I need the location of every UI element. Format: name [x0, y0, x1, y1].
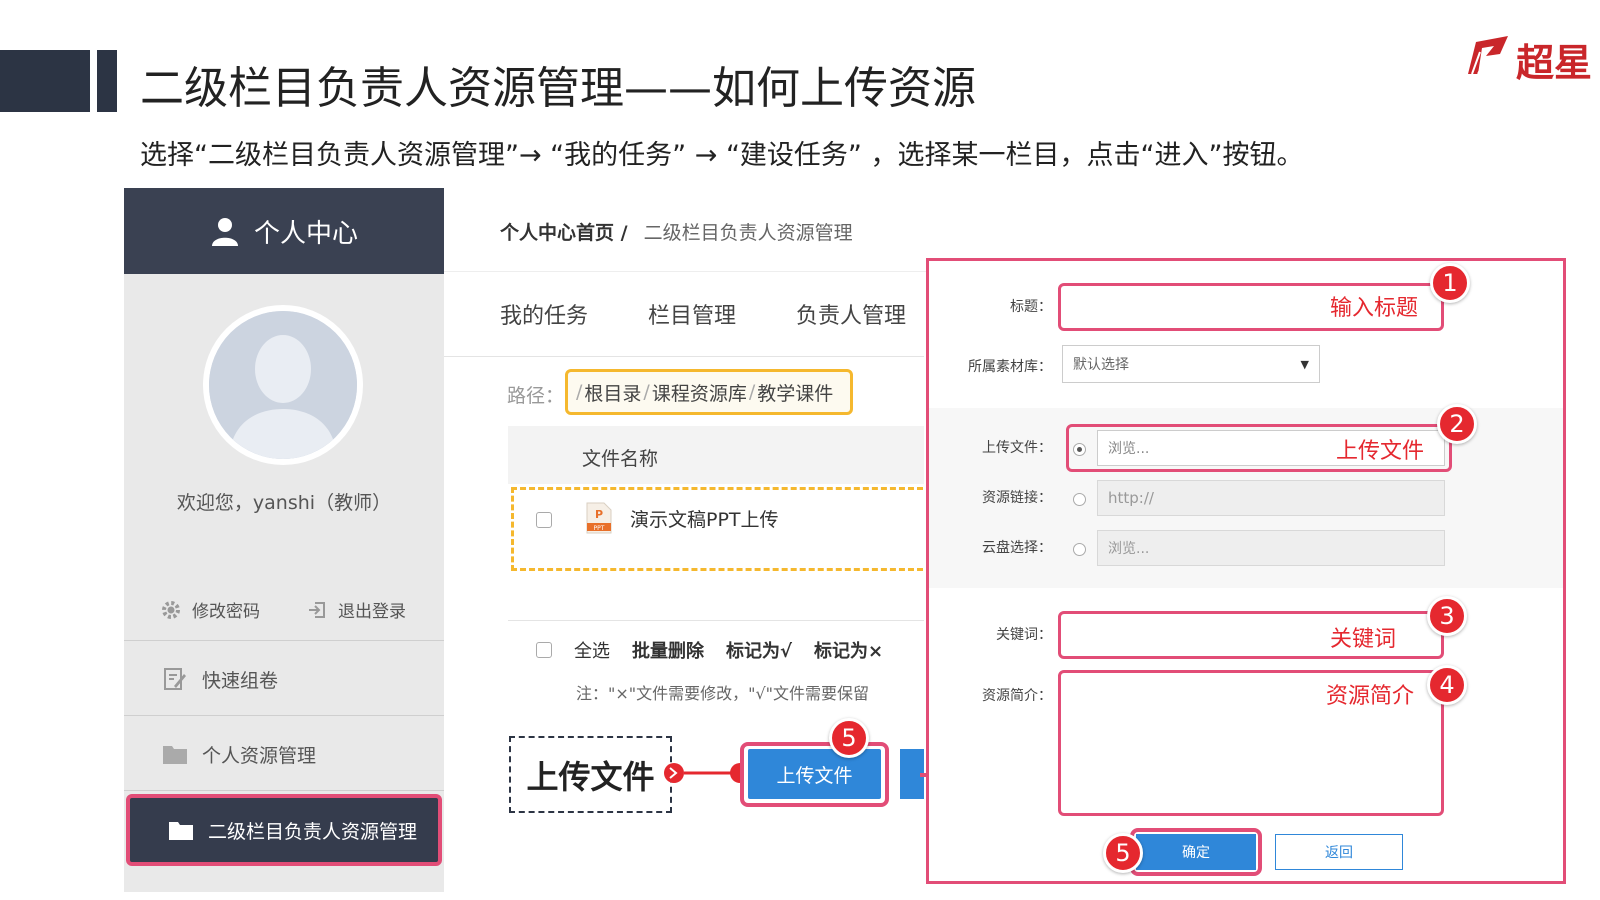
batch-delete-button[interactable]: 批量删除	[632, 637, 704, 663]
breadcrumb: 个人中心首页 / 二级栏目负责人资源管理	[500, 218, 853, 245]
tab-bar: 我的任务 栏目管理 负责人管理	[500, 298, 906, 330]
intro-field-label: 资源简介：	[982, 688, 1052, 704]
bulk-note: 注："×"文件需要修改，"√"文件需要保留	[576, 684, 870, 703]
logout-icon	[309, 601, 325, 618]
step-badge-1: 1	[1430, 263, 1470, 303]
bulk-divider	[508, 620, 924, 621]
library-field-label: 所属素材库：	[968, 359, 1052, 375]
back-button[interactable]: 返回	[1275, 834, 1403, 870]
folder-icon	[163, 746, 187, 764]
file-table-header	[508, 426, 924, 484]
keyword-field-label: 关键词：	[996, 627, 1052, 643]
title-hint: 输入标题	[1330, 296, 1419, 321]
cloud-browse-input[interactable]: 浏览...	[1097, 530, 1445, 566]
svg-text:P: P	[595, 508, 603, 521]
tab-column-management[interactable]: 栏目管理	[648, 298, 736, 330]
bulk-actions: 全选 批量删除 标记为√ 标记为×	[536, 637, 883, 663]
upload-file-placeholder: 浏览...	[1108, 441, 1150, 457]
change-password-link[interactable]: 修改密码	[160, 597, 260, 622]
path-segment[interactable]: 课程资源库	[652, 379, 747, 406]
breadcrumb-home[interactable]: 个人中心首页 /	[500, 222, 628, 244]
edit-icon	[164, 668, 186, 690]
tab-divider	[444, 356, 924, 357]
breadcrumb-current: 二级栏目负责人资源管理	[643, 222, 853, 244]
svg-text:PPT: PPT	[594, 525, 605, 532]
path-label: 路径：	[507, 385, 565, 407]
brand-logo-text: 超星	[1516, 40, 1593, 85]
sidebar-divider	[124, 790, 444, 791]
sidebar-item-label: 个人资源管理	[202, 744, 317, 767]
step-badge-5: 5	[1103, 833, 1143, 873]
sidebar-item-personal-resources[interactable]: 个人资源管理	[124, 717, 444, 791]
sidebar-header-label: 个人中心	[253, 218, 358, 249]
row-checkbox[interactable]	[536, 512, 552, 528]
keyword-hint: 关键词	[1330, 627, 1397, 652]
avatar-silhouette-icon	[209, 311, 357, 459]
logout-link[interactable]: 退出登录	[306, 597, 406, 622]
tab-my-tasks[interactable]: 我的任务	[500, 298, 588, 330]
upload-file-button[interactable]: 上传文件	[748, 749, 881, 799]
confirm-button[interactable]: 确定	[1136, 834, 1256, 870]
column-header-filename: 文件名称	[582, 448, 659, 470]
library-select-value: 默认选择	[1073, 357, 1129, 373]
cloud-field-label: 云盘选择：	[982, 540, 1052, 556]
caret-down-icon: ▼	[1300, 357, 1309, 371]
select-all-label[interactable]: 全选	[574, 637, 610, 663]
change-password-label: 修改密码	[192, 602, 260, 622]
header-decor-bar	[97, 50, 117, 112]
slide-title: 二级栏目负责人资源管理——如何上传资源	[140, 63, 976, 114]
link-field-label: 资源链接：	[982, 490, 1052, 506]
folder-icon	[169, 822, 193, 840]
mark-check-button[interactable]: 标记为√	[726, 637, 792, 663]
resource-link-value: http://	[1108, 489, 1154, 507]
connector-arrow	[664, 763, 750, 783]
step-badge-5: 5	[829, 718, 869, 758]
tab-owner-management[interactable]: 负责人管理	[796, 298, 906, 330]
select-all-checkbox[interactable]	[536, 642, 552, 658]
cloud-radio[interactable]	[1073, 543, 1086, 556]
path-breadcrumb: / 根目录 / 课程资源库 / 教学课件	[565, 369, 853, 415]
header-decor-block	[0, 50, 90, 112]
sidebar-item-label: 快速组卷	[202, 669, 279, 692]
gear-icon	[162, 600, 180, 619]
sidebar-header: 个人中心	[124, 188, 444, 274]
brand-logo-icon	[1468, 36, 1508, 75]
welcome-text: 欢迎您，yanshi（教师）	[176, 492, 392, 514]
slide-instruction: 选择“二级栏目负责人资源管理”→ “我的任务” → “建设任务” ，选择某一栏目…	[140, 140, 1304, 171]
step-badge-3: 3	[1427, 596, 1467, 636]
step-badge-2: 2	[1437, 404, 1477, 444]
avatar[interactable]	[203, 305, 363, 465]
mark-cross-button[interactable]: 标记为×	[814, 637, 883, 663]
upload-field-label: 上传文件：	[982, 440, 1052, 456]
title-field-label: 标题：	[1010, 299, 1052, 315]
upload-hint: 上传文件	[1336, 439, 1425, 464]
user-icon	[211, 218, 238, 246]
step-badge-4: 4	[1427, 665, 1467, 705]
sidebar-divider	[124, 640, 444, 641]
callout-upload-label: 上传文件	[509, 736, 672, 813]
path-segment[interactable]: 教学课件	[757, 379, 833, 406]
sidebar-item-quick-paper[interactable]: 快速组卷	[124, 642, 444, 716]
file-name-link[interactable]: 演示文稿PPT上传	[630, 505, 779, 532]
intro-hint: 资源简介	[1326, 684, 1415, 709]
cloud-browse-value: 浏览...	[1108, 541, 1150, 557]
sidebar-item-label: 二级栏目负责人资源管理	[208, 820, 418, 843]
path-segment[interactable]: 根目录	[584, 379, 641, 406]
ppt-file-icon: P PPT	[586, 502, 612, 534]
logout-label: 退出登录	[338, 602, 406, 622]
link-radio[interactable]	[1073, 493, 1086, 506]
library-select[interactable]: 默认选择 ▼	[1062, 345, 1320, 383]
resource-link-input[interactable]: http://	[1097, 480, 1445, 516]
sidebar-divider	[124, 715, 444, 716]
sidebar-item-secondary-resources[interactable]: 二级栏目负责人资源管理	[126, 794, 442, 866]
